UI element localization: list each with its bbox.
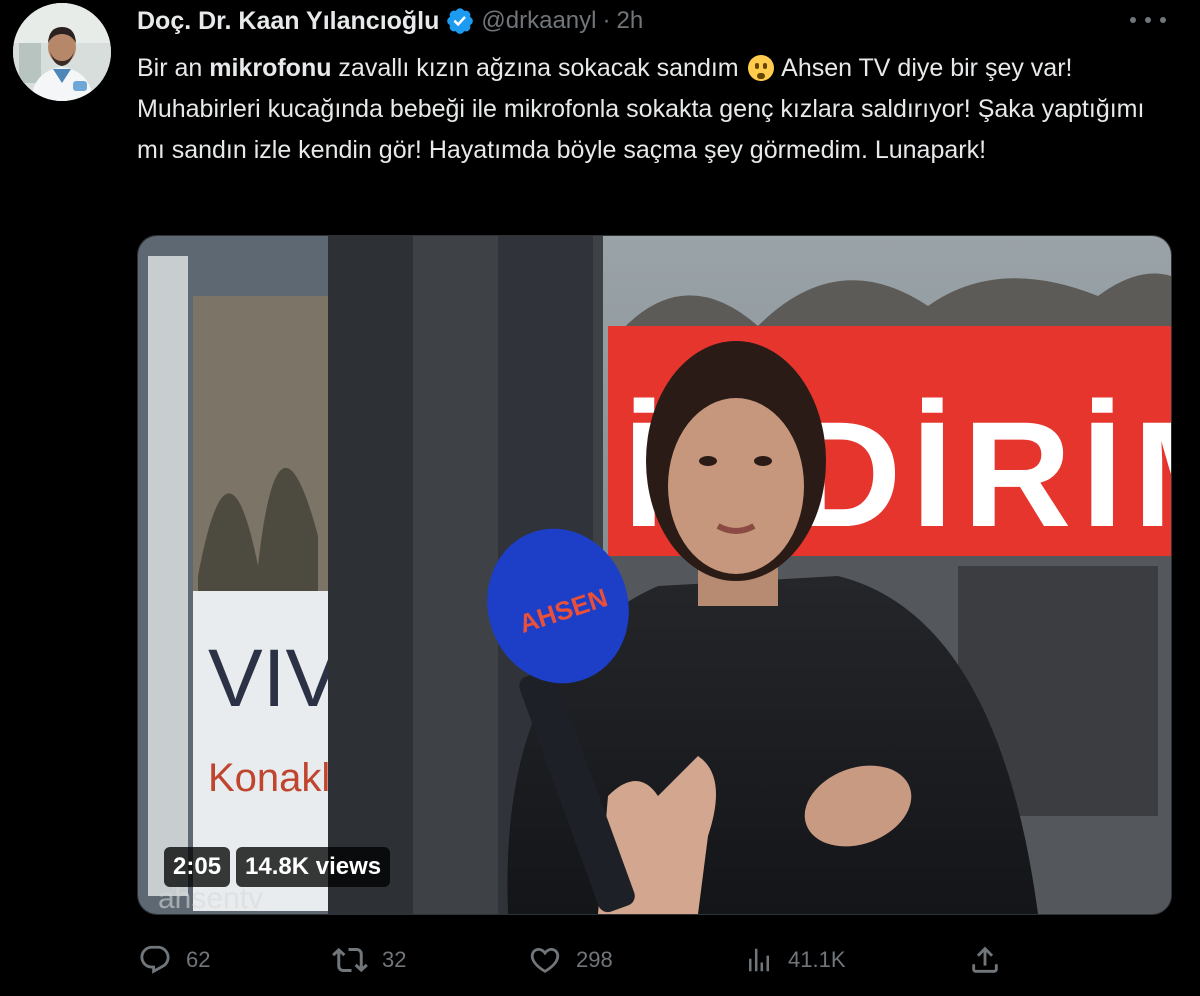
- tweet-text: Bir an mikrofonu zavallı kızın ağzına so…: [137, 48, 1147, 171]
- tweet-text-part: Bir an: [137, 54, 210, 82]
- video-frame: VIV Konaklı ahsentv İNDİRİM: [138, 236, 1171, 914]
- tweet-header: Doç. Dr. Kaan Yılancıoğlu @drkaanyl · 2h: [137, 4, 643, 38]
- shop-sign: VIV: [208, 633, 340, 724]
- reply-button[interactable]: 62: [138, 938, 210, 982]
- avatar[interactable]: [13, 3, 111, 101]
- tweet-text-bold: mikrofonu: [209, 54, 332, 82]
- video-player[interactable]: VIV Konaklı ahsentv İNDİRİM: [137, 235, 1172, 915]
- retweet-icon: [332, 947, 368, 973]
- views-count: 41.1K: [788, 947, 846, 972]
- author-name[interactable]: Doç. Dr. Kaan Yılancıoğlu: [137, 7, 439, 36]
- share-icon: [972, 946, 998, 973]
- analytics-button[interactable]: 41.1K: [744, 938, 846, 982]
- reply-count: 62: [186, 947, 211, 972]
- tweet-text-part: zavallı kızın ağzına sokacak sandım: [331, 54, 746, 82]
- verified-badge-icon: [445, 6, 475, 36]
- retweet-button[interactable]: 32: [332, 938, 406, 982]
- video-duration: 2:05: [164, 847, 231, 887]
- shop-sign-sub: Konaklı: [208, 756, 341, 800]
- analytics-icon: [749, 948, 769, 972]
- like-button[interactable]: 298: [528, 938, 613, 982]
- more-icon[interactable]: [1130, 8, 1166, 32]
- more-dot: [1145, 17, 1151, 23]
- video-views: 14.8K views: [236, 847, 391, 887]
- more-dot: [1130, 17, 1136, 23]
- retweet-count: 32: [382, 947, 407, 972]
- timestamp[interactable]: 2h: [616, 7, 643, 35]
- separator: ·: [602, 7, 611, 34]
- like-count: 298: [576, 947, 613, 972]
- share-button[interactable]: [968, 938, 1002, 982]
- author-handle[interactable]: @drkaanyl: [481, 7, 596, 35]
- action-bar: 62 32 298 41.1K: [0, 938, 1200, 982]
- video-overlay: 2:05 14.8K views: [164, 847, 391, 887]
- shushing-face-emoji: [747, 55, 774, 81]
- reply-icon: [140, 945, 170, 974]
- tweet: Doç. Dr. Kaan Yılancıoğlu @drkaanyl · 2h…: [0, 0, 1200, 996]
- more-dot: [1160, 17, 1166, 23]
- like-icon: [530, 947, 560, 973]
